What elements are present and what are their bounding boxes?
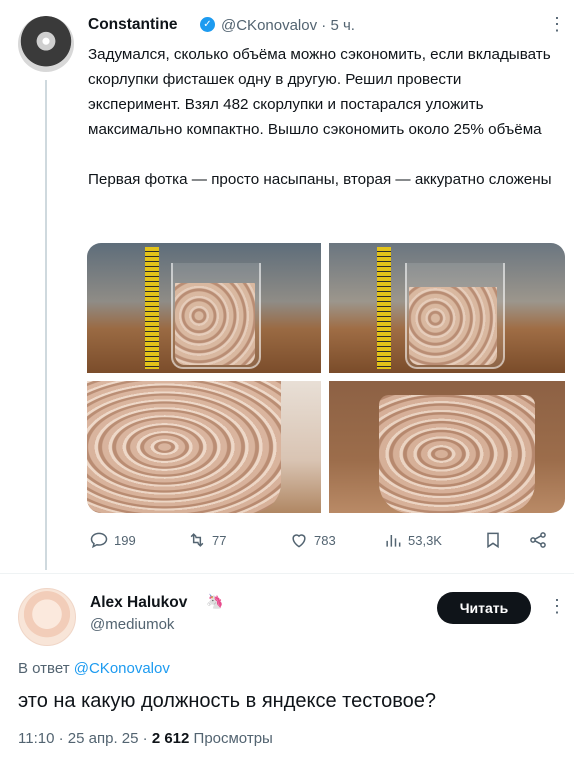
- author-handle-time: @CKonovalov · 5 ч.: [221, 17, 355, 34]
- reply-more-options-icon[interactable]: ⋮: [548, 596, 566, 617]
- reply-icon: [90, 532, 108, 549]
- thread-line: [45, 80, 47, 570]
- author-name[interactable]: Constantine: [88, 16, 178, 34]
- separator-dot: ·: [142, 730, 152, 747]
- tweet-paragraph-2: Первая фотка — просто насыпаны, вторая —…: [88, 171, 552, 188]
- author-handle[interactable]: @CKonovalov: [221, 17, 317, 34]
- pistachio-shells: [175, 283, 255, 365]
- bookmark-action[interactable]: [483, 530, 503, 550]
- pistachio-shells-top-view: [379, 395, 535, 513]
- retweet-count: 77: [212, 532, 227, 548]
- share-action[interactable]: [528, 530, 548, 550]
- pistachio-shells-closeup: [87, 381, 281, 513]
- reply-action[interactable]: 199: [89, 530, 136, 550]
- share-icon: [530, 532, 546, 548]
- replying-mention[interactable]: @CKonovalov: [74, 660, 170, 677]
- reply-views-count: 2 612: [151, 730, 190, 747]
- tweet-paragraph-1: Задумался, сколько объёма можно сэкономи…: [88, 46, 551, 138]
- divider: [0, 573, 574, 574]
- photo-2[interactable]: [329, 243, 565, 373]
- reply-meta: 11:10 · 25 апр. 25 · 2 612 Просмотры: [18, 730, 273, 747]
- photo-1[interactable]: [87, 243, 321, 373]
- reply-author-handle[interactable]: @mediumok: [90, 616, 174, 633]
- reply-date[interactable]: 25 апр. 25: [68, 730, 139, 747]
- photo-grid: [87, 243, 565, 513]
- reply-text: это на какую должность в яндексе тестово…: [18, 690, 437, 712]
- replying-prefix: В ответ: [18, 660, 70, 677]
- reply-count: 199: [114, 532, 136, 548]
- like-count: 783: [314, 532, 336, 548]
- tape-measure: [145, 247, 159, 369]
- author-avatar[interactable]: [18, 16, 74, 72]
- views-action[interactable]: 53,3K: [383, 530, 442, 550]
- tweet-text: Задумался, сколько объёма можно сэкономи…: [88, 42, 558, 192]
- tape-measure: [377, 247, 391, 369]
- replying-to: В ответ @CKonovalov: [18, 660, 170, 677]
- follow-button[interactable]: Читать: [437, 592, 531, 624]
- unicorn-icon: 🦄: [206, 593, 224, 609]
- like-action[interactable]: 783: [289, 530, 336, 550]
- more-options-icon[interactable]: ⋮: [548, 14, 566, 35]
- bookmark-icon: [487, 532, 499, 549]
- retweet-action[interactable]: 77: [187, 530, 226, 550]
- tweet-time[interactable]: 5 ч.: [330, 17, 355, 34]
- views-count: 53,3K: [408, 532, 442, 548]
- reply-views-label: Просмотры: [193, 730, 273, 747]
- reply-author-name[interactable]: Alex Halukov: [90, 594, 187, 612]
- verified-icon: ✓: [200, 17, 215, 32]
- heart-icon: [292, 534, 306, 548]
- photo-3[interactable]: [87, 381, 321, 513]
- photo-4[interactable]: [329, 381, 565, 513]
- reply-author-avatar[interactable]: [18, 588, 76, 646]
- views-icon: [386, 535, 401, 547]
- pistachio-shells: [409, 287, 497, 365]
- retweet-icon: [190, 533, 204, 547]
- reply-time[interactable]: 11:10: [18, 730, 54, 747]
- separator-dot: ·: [58, 730, 68, 747]
